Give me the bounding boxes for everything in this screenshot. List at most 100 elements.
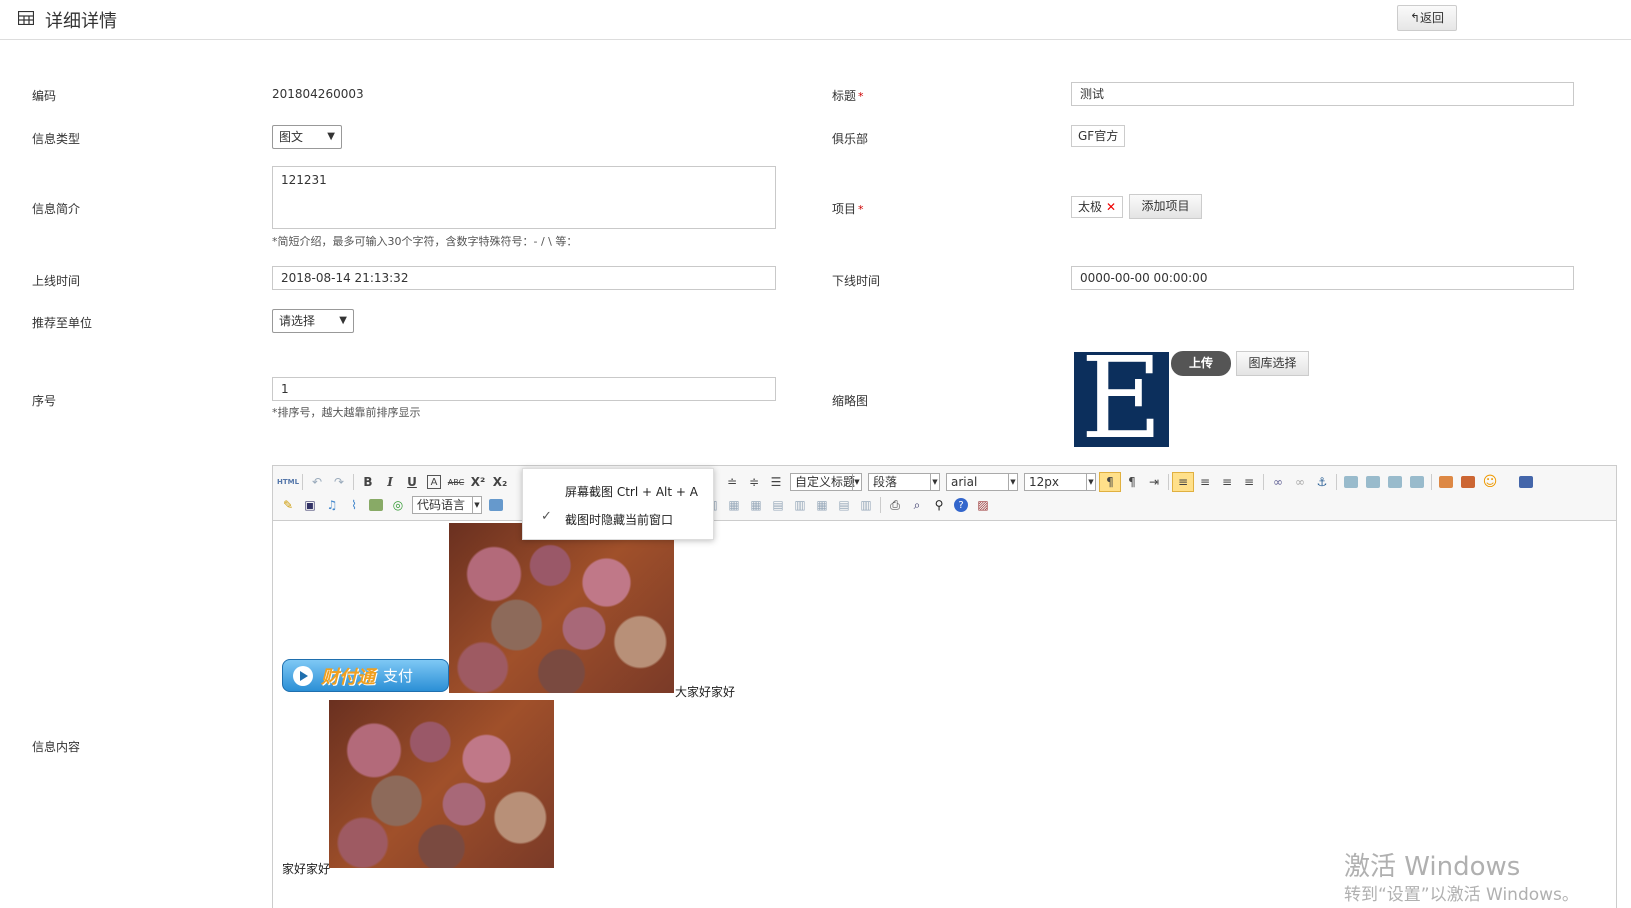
print-icon[interactable]: ⎙: [884, 495, 906, 515]
line-height-icon[interactable]: ☰: [765, 472, 787, 492]
dropdown-arrow-icon: ▼: [1086, 474, 1095, 490]
anchor-icon[interactable]: ⚓: [1311, 472, 1333, 492]
align-right-icon[interactable]: ≡: [1216, 472, 1238, 492]
rtl-icon[interactable]: ¶: [1121, 472, 1143, 492]
table-cell-icon[interactable]: ▦: [811, 495, 833, 515]
code-language-select[interactable]: 代码语言 ▼: [412, 496, 482, 514]
separator: [1168, 474, 1169, 490]
info-type-selected: 图文: [279, 130, 304, 144]
dropdown-arrow-icon: ▼: [472, 497, 481, 513]
order-input[interactable]: 1: [272, 377, 776, 401]
font-size-select-value: 12px: [1029, 475, 1059, 489]
separator: [1431, 474, 1432, 490]
format-brush-icon[interactable]: ✎: [277, 495, 299, 515]
project-tag: 太极 ✕: [1071, 196, 1124, 218]
fullscreen-icon[interactable]: [1515, 472, 1537, 492]
lychee-image: [329, 700, 554, 868]
font-family-select[interactable]: arial ▼: [946, 473, 1018, 491]
underline-icon[interactable]: U: [401, 472, 423, 492]
unlink-icon[interactable]: ∞: [1289, 472, 1311, 492]
draft-icon[interactable]: ▨: [972, 495, 994, 515]
screenshot-context-menu: 屏幕截图 Ctrl + Alt + A ✓ 截图时隐藏当前窗口: [522, 468, 714, 540]
html-source-button[interactable]: HTML: [277, 472, 299, 492]
online-time-input[interactable]: 2018-08-14 21:13:32: [272, 266, 776, 290]
link-icon[interactable]: ∞: [1267, 472, 1289, 492]
table-merge-icon[interactable]: ▦: [723, 495, 745, 515]
emotion-icon[interactable]: ☺: [1479, 472, 1501, 492]
content-label: 信息内容: [32, 740, 81, 754]
title-input[interactable]: 测试: [1071, 82, 1574, 106]
table-split-icon[interactable]: ▦: [745, 495, 767, 515]
align-center-icon[interactable]: ≡: [1194, 472, 1216, 492]
table-border-icon[interactable]: ▥: [855, 495, 877, 515]
row-spacing-bottom-icon[interactable]: ≑: [743, 472, 765, 492]
dropdown-arrow-icon: ▼: [1008, 474, 1017, 490]
insert-frame-icon[interactable]: [365, 495, 387, 515]
tenpay-pay-image: 财付通 支付: [282, 659, 449, 692]
attachment-icon[interactable]: ⌇: [343, 495, 365, 515]
heading-select[interactable]: 自定义标题 ▼: [790, 473, 862, 491]
template-icon[interactable]: [485, 495, 507, 515]
code-value: 201804260003: [272, 87, 364, 101]
info-type-select[interactable]: 图文 ▼: [272, 125, 342, 149]
save-icon[interactable]: ▣: [299, 495, 321, 515]
redo-icon[interactable]: ↷: [328, 472, 350, 492]
help-icon[interactable]: ?: [954, 498, 968, 512]
table-props-icon[interactable]: ▥: [789, 495, 811, 515]
indent-icon[interactable]: ⇥: [1143, 472, 1165, 492]
content-text-2: 家好家好: [282, 862, 331, 876]
separator: [302, 474, 303, 490]
back-button[interactable]: ↰返回: [1397, 5, 1457, 31]
thumbnail-label: 缩略图: [832, 394, 869, 408]
dropdown-arrow-icon: ▼: [327, 131, 335, 142]
required-mark: *: [858, 203, 864, 216]
recommend-select[interactable]: 请选择 ▼: [272, 309, 354, 333]
map-icon[interactable]: ◎: [387, 495, 409, 515]
play-icon: [293, 665, 313, 686]
tenpay-brand: 财付通: [321, 666, 375, 688]
screenshot-menu-item[interactable]: 屏幕截图 Ctrl + Alt + A: [565, 483, 698, 500]
offline-time-input[interactable]: 0000-00-00 00:00:00: [1071, 266, 1574, 290]
undo-icon[interactable]: ↶: [306, 472, 328, 492]
preview-icon[interactable]: ⌕: [906, 495, 928, 515]
row-spacing-top-icon[interactable]: ≐: [721, 472, 743, 492]
gallery-select-button[interactable]: 图库选择: [1236, 351, 1309, 376]
align-justify-icon[interactable]: ≡: [1238, 472, 1260, 492]
font-size-select[interactable]: 12px ▼: [1024, 473, 1096, 491]
music-icon[interactable]: ♫: [321, 495, 343, 515]
font-border-icon[interactable]: A: [427, 475, 441, 489]
multi-image-icon[interactable]: [1457, 472, 1479, 492]
search-replace-icon[interactable]: ⚲: [928, 495, 950, 515]
recommend-selected: 请选择: [279, 314, 316, 328]
superscript-icon[interactable]: X²: [467, 472, 489, 492]
subscript-icon[interactable]: X₂: [489, 472, 511, 492]
ltr-icon[interactable]: ¶: [1099, 472, 1121, 492]
image-right-icon[interactable]: [1384, 472, 1406, 492]
image-center-icon[interactable]: [1406, 472, 1428, 492]
paragraph-select[interactable]: 段落 ▼: [868, 473, 940, 491]
add-project-button[interactable]: 添加项目: [1129, 194, 1202, 219]
table-align-icon[interactable]: ▤: [833, 495, 855, 515]
hide-window-menu-item[interactable]: 截图时隐藏当前窗口: [565, 511, 673, 528]
windows-watermark-subtitle: 转到“设置”以激活 Windows。: [1344, 885, 1579, 905]
bold-icon[interactable]: B: [357, 472, 379, 492]
image-left-icon[interactable]: [1362, 472, 1384, 492]
align-left-icon[interactable]: ≡: [1172, 472, 1194, 492]
summary-textarea[interactable]: 121231: [272, 166, 776, 229]
summary-hint: *简短介绍，最多可输入30个字符，含数字特殊符号：- / \ 等：: [272, 235, 578, 248]
content-text-1: 大家好家好: [675, 685, 736, 699]
summary-label: 信息简介: [32, 202, 81, 216]
image-none-icon[interactable]: [1340, 472, 1362, 492]
upload-button[interactable]: 上传: [1171, 351, 1231, 376]
remove-tag-icon[interactable]: ✕: [1106, 200, 1116, 214]
table-delete-icon[interactable]: ▤: [767, 495, 789, 515]
insert-image-icon[interactable]: [1435, 472, 1457, 492]
strikethrough-icon[interactable]: ABC: [445, 472, 467, 492]
italic-icon[interactable]: I: [379, 472, 401, 492]
title-label: 标题 *: [832, 89, 864, 103]
offline-time-label: 下线时间: [832, 274, 881, 288]
separator: [353, 474, 354, 490]
check-icon: ✓: [541, 509, 552, 524]
dropdown-arrow-icon: ▼: [852, 474, 861, 490]
pay-text: 支付: [383, 667, 414, 685]
